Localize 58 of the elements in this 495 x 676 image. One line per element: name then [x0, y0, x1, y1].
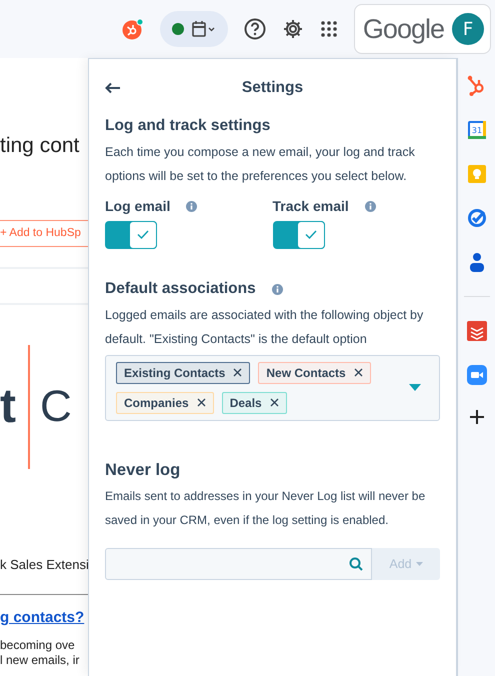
body-text: l new emails, ir	[0, 652, 80, 668]
info-icon[interactable]	[272, 284, 283, 295]
caret-icon	[416, 562, 423, 566]
hub-icon[interactable]	[122, 18, 144, 40]
info-icon[interactable]	[186, 200, 198, 212]
section-heading: Never log	[105, 460, 182, 480]
description-text: Each time you compose a new email, your log and track options will be set to the preferences you select below.	[105, 144, 416, 185]
toggle-label: Track email	[272, 196, 349, 216]
body-text: becoming ove	[0, 638, 76, 653]
tag-label: Companies	[124, 394, 189, 412]
toggle-label: Log email	[105, 196, 170, 216]
description-text: Emails sent to addresses in your Never Log list will never be saved in your CRM, even if the log setting is enabled.	[105, 488, 426, 530]
association-select[interactable]: Existing Contacts New Contacts Companies Deals	[105, 354, 440, 421]
settings-icon[interactable]	[282, 18, 304, 40]
page-heading: ting cont	[0, 133, 80, 159]
stack-icon[interactable]	[466, 321, 486, 341]
contacts-link[interactable]: g contacts?	[0, 607, 88, 630]
association-tag[interactable]: Deals	[222, 392, 287, 414]
video-camera-icon[interactable]	[466, 365, 486, 385]
person-icon[interactable]	[468, 252, 484, 272]
info-icon[interactable]	[364, 200, 376, 212]
calendar-icon	[192, 21, 216, 37]
logo-text: t	[0, 382, 16, 431]
check-icon	[304, 230, 316, 240]
section-heading: Default associations	[105, 280, 256, 299]
calendar-icon[interactable]: 31	[466, 120, 486, 140]
hub-icon[interactable]	[466, 74, 486, 96]
remove-icon[interactable]	[196, 398, 206, 408]
remove-icon[interactable]	[354, 368, 363, 378]
avatar[interactable]: F	[452, 13, 484, 45]
remove-icon[interactable]	[233, 368, 242, 378]
association-tag[interactable]: Companies	[116, 392, 214, 414]
calendar-day: 31	[471, 126, 482, 135]
description-text: Logged emails are associated with the following object by default. "Existing Contacts" is the default option	[105, 306, 424, 348]
check-icon	[137, 230, 149, 240]
apps-grid-icon[interactable]	[320, 20, 338, 38]
panel-title: Settings	[240, 78, 304, 98]
add-icon[interactable]	[468, 409, 484, 425]
dropdown-caret-icon[interactable]	[409, 384, 421, 392]
toggle-switch[interactable]	[272, 220, 324, 249]
logo-text: C	[40, 384, 72, 429]
tag-label: New Contacts	[266, 364, 346, 382]
search-icon[interactable]	[349, 557, 363, 572]
association-tag[interactable]: Existing Contacts	[116, 362, 250, 384]
google-logo: Google	[362, 12, 444, 46]
help-icon[interactable]	[244, 18, 266, 40]
account-button[interactable]: Google F	[354, 4, 491, 54]
section-heading: Log and track settings	[105, 117, 272, 136]
tag-label: Deals	[230, 394, 262, 412]
extension-text: k Sales Extensi	[0, 556, 88, 574]
toggle-switch[interactable]	[105, 220, 157, 249]
remove-icon[interactable]	[270, 398, 279, 408]
association-tag[interactable]: New Contacts	[258, 362, 371, 384]
back-arrow-icon[interactable]	[105, 82, 121, 94]
email-input-field[interactable]	[105, 548, 372, 580]
tag-label: Existing Contacts	[124, 364, 226, 382]
check-circle-icon[interactable]	[466, 208, 486, 228]
status-calendar-button[interactable]	[160, 11, 228, 47]
